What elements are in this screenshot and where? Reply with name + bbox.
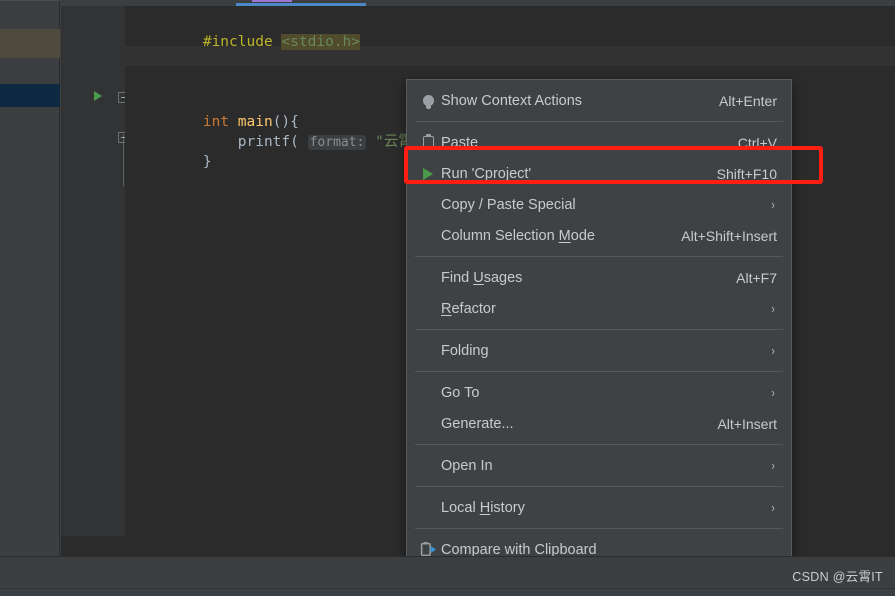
menu-item-label: Folding: [441, 342, 489, 359]
menu-item-icon-placeholder: [415, 299, 441, 319]
closing-brace-token: }: [202, 154, 212, 170]
menu-item-shortcut: Ctrl+V: [737, 134, 777, 151]
header-token: <stdio.h>: [281, 34, 360, 50]
menu-item-icon-placeholder: [415, 341, 441, 361]
menu-item-paste[interactable]: Paste Ctrl+V: [407, 127, 791, 158]
sidebar-divider: [0, 0, 60, 1]
menu-item-generate[interactable]: Generate... Alt+Insert: [407, 408, 791, 439]
parameter-hint-format: format:: [307, 135, 367, 150]
menu-item-label: Generate...: [441, 415, 514, 432]
menu-item-column-selection-mode[interactable]: Column Selection Mode Alt+Shift+Insert: [407, 220, 791, 251]
menu-item-icon-placeholder: [415, 383, 441, 403]
left-tool-sidebar[interactable]: [0, 0, 60, 556]
menu-item-icon-placeholder: [415, 456, 441, 476]
menu-item-shortcut: Alt+Insert: [717, 415, 777, 432]
menu-separator: [415, 371, 783, 372]
chevron-right-icon: ›: [771, 343, 775, 358]
menu-item-label: Find Usages: [441, 269, 523, 286]
code-line-7: }: [133, 132, 212, 170]
menu-separator: [415, 329, 783, 330]
ide-window: 1 2 3 4 5 6 7 8 #include <stdio.h> int m…: [0, 0, 895, 596]
run-play-icon: [415, 164, 441, 184]
chevron-right-icon: ›: [771, 458, 775, 473]
menu-item-label: Copy / Paste Special: [441, 196, 576, 213]
lightbulb-icon: [415, 91, 441, 111]
menu-separator: [415, 528, 783, 529]
menu-separator: [415, 486, 783, 487]
menu-item-refactor[interactable]: Refactor ›: [407, 293, 791, 324]
editor-gutter[interactable]: [61, 6, 125, 536]
menu-item-shortcut: Alt+Shift+Insert: [681, 227, 777, 244]
menu-item-go-to[interactable]: Go To ›: [407, 377, 791, 408]
menu-separator: [415, 121, 783, 122]
chevron-right-icon: ›: [771, 197, 775, 212]
menu-separator: [415, 444, 783, 445]
menu-item-label: Open In: [441, 457, 493, 474]
menu-item-label: Paste: [441, 134, 479, 151]
sidebar-selected-block[interactable]: [0, 84, 60, 107]
menu-item-folding[interactable]: Folding ›: [407, 335, 791, 366]
active-line-gutter-highlight: [61, 46, 125, 66]
editor-context-menu[interactable]: Show Context Actions Alt+Enter Paste Ctrl+V…: [406, 79, 792, 596]
menu-item-icon-placeholder: [415, 498, 441, 518]
menu-item-label: Refactor: [441, 300, 496, 317]
status-bar: [0, 556, 895, 596]
menu-item-label: Go To: [441, 384, 480, 401]
menu-item-shortcut: Alt+F7: [736, 269, 777, 286]
footer-divider: [0, 588, 895, 589]
menu-item-label: Show Context Actions: [441, 92, 583, 109]
chevron-right-icon: ›: [771, 301, 775, 316]
run-arrow-gutter-icon[interactable]: [94, 91, 102, 101]
menu-item-shortcut: Alt+Enter: [719, 92, 777, 109]
menu-item-label: Column Selection Mode: [441, 227, 595, 244]
menu-item-run-cproject[interactable]: Run 'Cproject' Shift+F10: [407, 158, 791, 189]
chevron-right-icon: ›: [771, 500, 775, 515]
menu-item-open-in[interactable]: Open In ›: [407, 450, 791, 481]
printf-call-token: printf(: [237, 134, 299, 150]
watermark-text: CSDN @云霄IT: [792, 570, 883, 584]
code-line-1: #include <stdio.h>: [133, 12, 360, 50]
menu-item-show-context-actions[interactable]: Show Context Actions Alt+Enter: [407, 85, 791, 116]
code-line-5: int main(){: [133, 92, 299, 130]
menu-separator: [415, 256, 783, 257]
menu-item-label: Local History: [441, 499, 525, 516]
tab-marker: [252, 0, 292, 2]
sidebar-highlight-block-olive[interactable]: [0, 29, 60, 58]
menu-item-find-usages[interactable]: Find Usages Alt+F7: [407, 262, 791, 293]
menu-item-label: Run 'Cproject': [441, 165, 532, 182]
chevron-right-icon: ›: [771, 385, 775, 400]
menu-item-copy-paste-special[interactable]: Copy / Paste Special ›: [407, 189, 791, 220]
menu-item-local-history[interactable]: Local History ›: [407, 492, 791, 523]
preprocessor-token: #include: [202, 34, 273, 50]
menu-item-icon-placeholder: [415, 414, 441, 434]
menu-item-shortcut: Shift+F10: [716, 165, 777, 182]
menu-item-icon-placeholder: [415, 195, 441, 215]
clipboard-icon: [415, 133, 441, 153]
menu-item-icon-placeholder: [415, 226, 441, 246]
menu-item-icon-placeholder: [415, 268, 441, 288]
